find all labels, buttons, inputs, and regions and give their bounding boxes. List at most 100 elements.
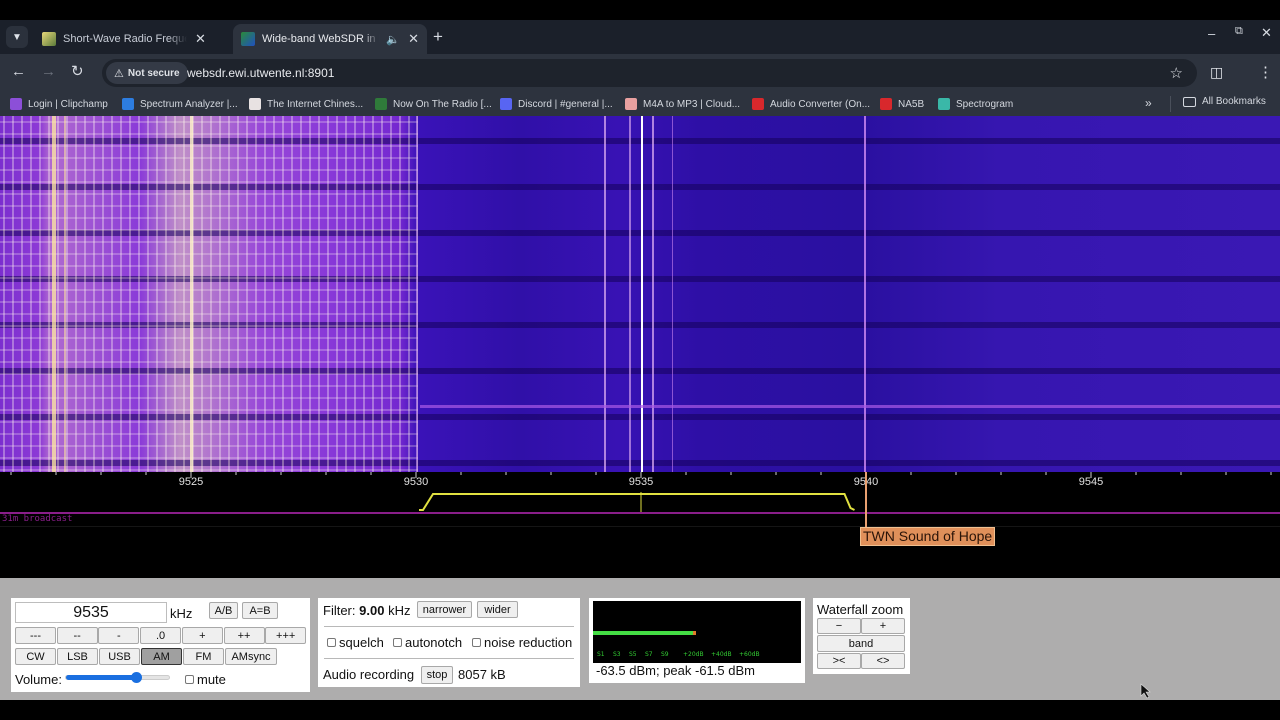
- a-equals-b-button[interactable]: A=B: [242, 602, 278, 619]
- station-label[interactable]: TWN Sound of Hope: [860, 527, 996, 546]
- more-bookmarks-button[interactable]: »: [1145, 96, 1152, 110]
- mode-button-usb[interactable]: USB: [99, 648, 140, 665]
- scale-tick-label: 9530: [403, 476, 429, 488]
- tune-step-button[interactable]: -: [98, 627, 140, 644]
- bookmark-item[interactable]: Audio Converter (On...: [752, 96, 870, 112]
- bookmark-item[interactable]: Spectrogram: [938, 96, 1013, 112]
- passband-trace[interactable]: [419, 493, 855, 511]
- new-tab-button[interactable]: +: [433, 27, 443, 47]
- mute-label: mute: [197, 672, 226, 687]
- wider-button[interactable]: wider: [477, 601, 518, 618]
- tune-step-button[interactable]: +: [181, 627, 223, 644]
- waterfall-zoom-box: Waterfall zoom − + band >< <>: [813, 598, 910, 674]
- mute-checkbox[interactable]: mute: [185, 672, 226, 687]
- noise-reduction-label: noise reduction: [484, 635, 573, 650]
- checkbox-icon[interactable]: [472, 638, 481, 647]
- all-bookmarks-button[interactable]: All Bookmarks: [1183, 96, 1266, 107]
- waterfall-carrier: [652, 116, 654, 472]
- mode-button-cw[interactable]: CW: [15, 648, 56, 665]
- checkbox-icon[interactable]: [327, 638, 336, 647]
- noise-reduction-checkbox[interactable]: noise reduction: [472, 635, 572, 650]
- bookmark-item[interactable]: M4A to MP3 | Cloud...: [625, 96, 740, 112]
- bookmark-item[interactable]: The Internet Chines...: [249, 96, 363, 112]
- tune-step-button[interactable]: ---: [15, 627, 56, 644]
- zoom-narrow-button[interactable]: ><: [817, 653, 861, 669]
- scale-tick-label: 9535: [628, 476, 654, 488]
- checkbox-icon[interactable]: [393, 638, 402, 647]
- frequency-scale[interactable]: 95259530953595409545 31m broadcast: [0, 472, 1280, 578]
- waterfall-carrier: [52, 116, 56, 472]
- bookmark-star-icon[interactable]: ☆: [1170, 64, 1183, 82]
- bookmark-item[interactable]: Spectrum Analyzer |...: [122, 96, 238, 112]
- autonotch-checkbox[interactable]: autonotch: [393, 635, 462, 650]
- filter-label: Filter:: [323, 603, 356, 618]
- tune-step-button[interactable]: +++: [265, 627, 307, 644]
- bookmark-favicon-icon: [10, 98, 22, 110]
- waterfall-carrier: [416, 116, 418, 472]
- band-label: 31m broadcast: [2, 514, 73, 524]
- forward-arrow-icon[interactable]: →: [41, 64, 56, 80]
- tune-step-button[interactable]: .0: [140, 627, 182, 644]
- tune-step-button[interactable]: --: [56, 627, 98, 644]
- tab-shortwave[interactable]: Short-Wave Radio Frequency Sc ✕: [34, 24, 230, 54]
- frequency-unit: kHz: [170, 606, 193, 621]
- zoom-band-button[interactable]: band: [817, 635, 905, 652]
- address-bar[interactable]: ⚠ Not secure websdr.ewi.utwente.nl:8901 …: [102, 59, 1197, 87]
- url-text[interactable]: websdr.ewi.utwente.nl:8901: [187, 66, 334, 80]
- bookmark-item[interactable]: Now On The Radio [...: [375, 96, 492, 112]
- reload-icon[interactable]: ↻: [71, 64, 84, 80]
- bookmark-item[interactable]: Discord | #general |...: [500, 96, 613, 112]
- zoom-in-button[interactable]: +: [861, 618, 905, 634]
- squelch-checkbox[interactable]: squelch: [327, 635, 384, 650]
- checkbox-icon[interactable]: [185, 675, 194, 684]
- waterfall-carrier: [64, 116, 66, 472]
- smeter-scale-label: S7: [645, 651, 653, 658]
- volume-slider-thumb[interactable]: [131, 672, 143, 683]
- divider: [324, 626, 574, 627]
- smeter-scale-label: +60dB: [739, 651, 760, 658]
- tune-step-button[interactable]: ++: [223, 627, 265, 644]
- mode-button-am[interactable]: AM: [141, 648, 182, 665]
- smeter-display: S1 S3 S5 S7 S9 +20dB +40dB +60dB: [593, 601, 801, 663]
- volume-slider[interactable]: [65, 672, 170, 683]
- screen-top-bar: [0, 0, 1280, 20]
- security-chip[interactable]: ⚠ Not secure: [106, 62, 188, 84]
- bookmark-favicon-icon: [249, 98, 261, 110]
- tab-search-button[interactable]: ▼: [6, 26, 28, 48]
- minimize-icon[interactable]: –: [1208, 26, 1215, 41]
- close-window-icon[interactable]: ✕: [1261, 25, 1272, 41]
- ab-button[interactable]: A/B: [209, 602, 238, 619]
- divider: [324, 658, 574, 659]
- bookmark-label: Audio Converter (On...: [770, 98, 871, 110]
- mode-button-lsb[interactable]: LSB: [57, 648, 98, 665]
- zoom-out-button[interactable]: −: [817, 618, 861, 634]
- bookmark-item[interactable]: NA5B: [880, 96, 924, 112]
- speaker-icon[interactable]: 🔈: [386, 33, 400, 46]
- mode-button-fm[interactable]: FM: [183, 648, 224, 665]
- bookmark-favicon-icon: [752, 98, 764, 110]
- restore-icon[interactable]: ⧉: [1235, 25, 1243, 38]
- kebab-menu-icon[interactable]: ⋮: [1258, 63, 1273, 81]
- frequency-input[interactable]: [15, 602, 167, 623]
- bookmark-label: Spectrogram: [956, 98, 1014, 110]
- waterfall-carrier: [190, 116, 193, 472]
- bookmark-label: Login | Clipchamp: [28, 98, 108, 110]
- stop-recording-button[interactable]: stop: [421, 666, 453, 684]
- bookmark-item[interactable]: Login | Clipchamp: [10, 96, 108, 112]
- tuning-box: kHz A/B A=B ------.0++++++ CWLSBUSBAMFMA…: [11, 598, 310, 692]
- close-tab-icon[interactable]: ✕: [408, 31, 419, 47]
- zoom-wide-button[interactable]: <>: [861, 653, 905, 669]
- tab-websdr[interactable]: Wide-band WebSDR in Ensc 🔈 ✕: [233, 24, 427, 54]
- volume-slider-fill: [66, 675, 138, 680]
- waterfall-interference-line: [420, 405, 1280, 408]
- recording-label: Audio recording: [323, 667, 415, 682]
- back-arrow-icon[interactable]: ←: [11, 64, 26, 80]
- extensions-puzzle-icon[interactable]: ◫: [1210, 64, 1223, 81]
- scale-tick-label: 9525: [178, 476, 204, 488]
- narrower-button[interactable]: narrower: [417, 601, 472, 618]
- waterfall-display[interactable]: [0, 116, 1280, 472]
- chevron-down-icon: ▼: [12, 31, 22, 43]
- mode-button-amsync[interactable]: AMsync: [225, 648, 277, 665]
- volume-label: Volume:: [15, 672, 62, 687]
- close-tab-icon[interactable]: ✕: [195, 31, 206, 47]
